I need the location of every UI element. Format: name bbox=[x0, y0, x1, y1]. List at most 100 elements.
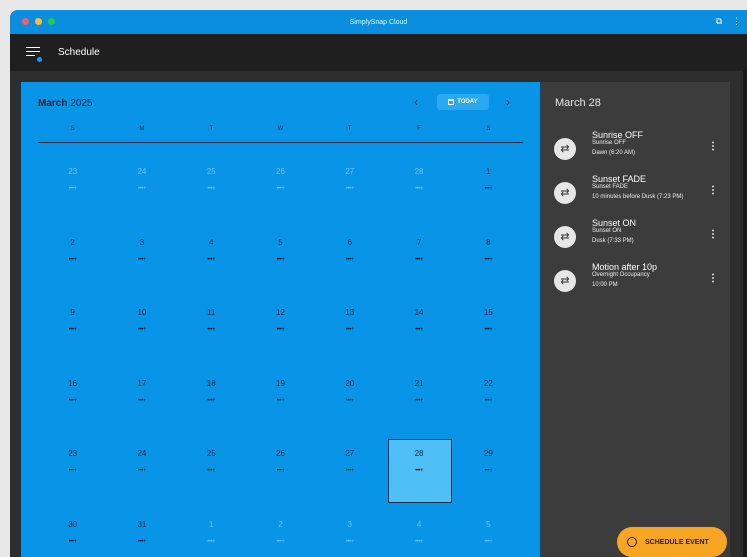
more-options-icon[interactable]: ⋮ bbox=[708, 273, 718, 284]
calendar-day[interactable]: 1 •••+ bbox=[454, 145, 523, 216]
calendar-day[interactable]: 26 •••+ bbox=[246, 145, 315, 216]
day-number: 11 bbox=[207, 308, 216, 317]
calendar-day[interactable]: 6 •••+ bbox=[315, 216, 384, 287]
more-options-icon[interactable]: ⋮ bbox=[708, 229, 718, 240]
event-title: Sunset ON bbox=[592, 218, 637, 228]
maximize-window-button[interactable] bbox=[48, 18, 55, 25]
event-subtitle: Overnight Occupancy bbox=[592, 272, 650, 278]
calendar-day[interactable]: 18 •••+ bbox=[177, 357, 246, 428]
app-window: SimplySnap Cloud ⧉ ⋮ Schedule March 2025… bbox=[10, 10, 747, 557]
calendar-day[interactable]: 30 •••+ bbox=[38, 498, 107, 557]
calendar-day[interactable]: 23 •••+ bbox=[38, 427, 107, 498]
weekday-label: S bbox=[486, 126, 491, 132]
event-item[interactable]: ⇄ Sunset ON Sunset ON Dusk (7:33 PM) ⋮ bbox=[554, 218, 724, 262]
menu-icon[interactable] bbox=[26, 46, 42, 62]
calendar-day[interactable]: 9 •••+ bbox=[38, 286, 107, 357]
event-subtitle: Sunset ON bbox=[592, 228, 622, 234]
window-controls bbox=[22, 18, 55, 25]
day-number: 3 bbox=[347, 519, 352, 529]
event-indicator: •••+ bbox=[415, 186, 423, 192]
calendar-day[interactable]: 8 •••+ bbox=[454, 216, 523, 287]
calendar-day[interactable]: 1 •••+ bbox=[177, 498, 246, 557]
event-indicator: •••+ bbox=[484, 186, 493, 192]
prev-month-button[interactable]: ‹ bbox=[414, 95, 418, 109]
schedule-event-button[interactable]: SCHEDULE EVENT bbox=[617, 527, 727, 557]
more-options-icon[interactable]: ⋮ bbox=[708, 141, 718, 152]
calendar-week-row: 23 •••+ 24 •••+ 25 •••+ 26 •••+ 27 •••+ 28 •••+ 1 •••… bbox=[38, 145, 523, 216]
day-number: 20 bbox=[345, 378, 355, 388]
event-title: Motion after 10p bbox=[592, 262, 658, 272]
calendar-day[interactable]: 22 •••+ bbox=[454, 357, 523, 428]
calendar-day[interactable]: 31 •••+ bbox=[107, 498, 176, 557]
calendar-day[interactable]: 4 •••+ bbox=[384, 498, 453, 557]
calendar-icon bbox=[448, 99, 455, 105]
event-indicator: •••+ bbox=[68, 327, 77, 333]
calendar-day[interactable]: 29 •••+ bbox=[454, 427, 523, 498]
calendar-day[interactable]: 7 •••+ bbox=[384, 216, 453, 287]
event-indicator: •••+ bbox=[415, 397, 423, 404]
main-content: March 2025 ‹ TODAY › SMTWTFS 23 •••+ 24 •••… bbox=[10, 71, 747, 557]
calendar-week-row: 30 •••+ 31 •••+ 1 •••+ 2 •••+ 3 •••+ 4 •••+ 5 •••+ bbox=[38, 498, 523, 557]
divider bbox=[38, 142, 523, 143]
day-number: 15 bbox=[483, 308, 493, 317]
calendar-day[interactable]: 11 •••+ bbox=[177, 286, 246, 357]
calendar-day-selected[interactable]: 28 •••+ bbox=[384, 427, 453, 503]
calendar-day[interactable]: 20 •••+ bbox=[315, 357, 384, 428]
page-title: Schedule bbox=[58, 47, 100, 58]
calendar-day[interactable]: 14 •••+ bbox=[384, 286, 453, 357]
close-window-button[interactable] bbox=[22, 18, 29, 25]
more-options-icon[interactable]: ⋮ bbox=[708, 185, 718, 196]
calendar-day[interactable]: 25 •••+ bbox=[177, 145, 246, 216]
calendar-day[interactable]: 13 •••+ bbox=[315, 286, 384, 357]
today-button[interactable]: TODAY bbox=[437, 94, 489, 110]
event-indicator: •••+ bbox=[484, 538, 493, 545]
event-indicator: •••+ bbox=[345, 327, 354, 333]
calendar-day[interactable]: 27 •••+ bbox=[315, 145, 384, 216]
calendar-day[interactable]: 24 •••+ bbox=[107, 145, 176, 216]
calendar-day[interactable]: 19 •••+ bbox=[246, 357, 315, 428]
day-number: 14 bbox=[414, 308, 424, 317]
event-item[interactable]: ⇄ Motion after 10p Overnight Occupancy 10:0… bbox=[554, 262, 724, 306]
event-indicator: •••+ bbox=[207, 397, 216, 404]
calendar-day[interactable]: 25 •••+ bbox=[177, 427, 246, 498]
calendar-day[interactable]: 2 •••+ bbox=[246, 498, 315, 557]
day-number: 24 bbox=[137, 167, 147, 176]
calendar-day[interactable]: 27 •••+ bbox=[315, 427, 384, 498]
calendar-day[interactable]: 2 •••+ bbox=[38, 216, 107, 287]
extension-icon[interactable]: ⧉ bbox=[716, 16, 722, 27]
event-indicator: •••+ bbox=[276, 256, 285, 263]
day-number: 9 bbox=[70, 308, 75, 317]
calendar-day[interactable]: 24 •••+ bbox=[107, 427, 176, 498]
event-indicator: •••+ bbox=[68, 256, 77, 263]
calendar-day[interactable]: 10 •••+ bbox=[107, 286, 176, 357]
weekday-label: W bbox=[277, 126, 284, 132]
notification-dot bbox=[37, 56, 42, 62]
weekday-label: S bbox=[70, 126, 75, 132]
calendar-day[interactable]: 3 •••+ bbox=[315, 498, 384, 557]
day-number: 26 bbox=[276, 167, 285, 176]
day-number: 28 bbox=[414, 449, 424, 458]
event-subtitle: Sunset FADE bbox=[592, 184, 629, 190]
calendar-day[interactable]: 26 •••+ bbox=[246, 427, 315, 498]
calendar-day[interactable]: 5 •••+ bbox=[454, 498, 523, 557]
next-month-button[interactable]: › bbox=[506, 95, 510, 109]
calendar-day[interactable]: 4 •••+ bbox=[177, 216, 246, 287]
calendar-day[interactable]: 17 •••+ bbox=[107, 357, 176, 428]
calendar-day[interactable]: 3 •••+ bbox=[107, 216, 176, 287]
calendar-day[interactable]: 12 •••+ bbox=[246, 286, 315, 357]
day-number: 5 bbox=[278, 237, 283, 247]
event-item[interactable]: ⇄ Sunset FADE Sunset FADE 10 minutes before… bbox=[554, 174, 724, 218]
calendar-day[interactable]: 16 •••+ bbox=[38, 357, 107, 428]
event-indicator: •••+ bbox=[207, 327, 216, 333]
minimize-window-button[interactable] bbox=[35, 18, 42, 25]
day-number: 31 bbox=[137, 519, 147, 529]
event-item[interactable]: ⇄ Sunrise OFF Sunrise OFF Dawn (6:20 AM) ⋮ bbox=[554, 130, 724, 174]
scrollbar[interactable] bbox=[743, 71, 747, 557]
calendar-day[interactable]: 28 •••+ bbox=[384, 145, 453, 216]
calendar-day[interactable]: 5 •••+ bbox=[246, 216, 315, 287]
calendar-day[interactable]: 23 •••+ bbox=[38, 145, 107, 216]
calendar-day[interactable]: 15 •••+ bbox=[454, 286, 523, 357]
more-vert-icon[interactable]: ⋮ bbox=[732, 16, 741, 27]
calendar-day[interactable]: 21 •••+ bbox=[384, 357, 453, 428]
event-indicator: •••+ bbox=[138, 538, 146, 545]
